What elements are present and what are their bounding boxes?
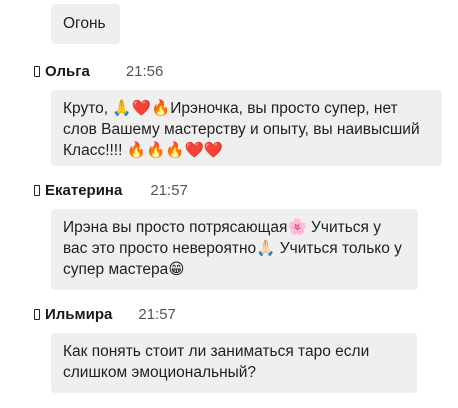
chat-thread: Огонь Ольга 21:56 Круто, 🙏❤️🔥Ирэночка, в… <box>0 0 458 408</box>
author-name[interactable]: Екатерина <box>45 182 122 199</box>
message-bubble: Огонь <box>51 4 120 44</box>
phone-icon <box>34 184 40 196</box>
message-header: Екатерина 21:57 <box>34 181 188 199</box>
message-bubble: Круто, 🙏❤️🔥Ирэночка, вы просто супер, не… <box>51 90 442 166</box>
message-text: Как понять стоит ли заниматься таро если… <box>63 343 370 381</box>
message-bubble: Как понять стоит ли заниматься таро если… <box>51 333 417 393</box>
message-time: 21:57 <box>150 181 188 199</box>
author-name[interactable]: Ольга <box>45 63 90 80</box>
message-text: Огонь <box>63 15 106 32</box>
message-time: 21:57 <box>138 305 176 323</box>
phone-icon <box>34 308 40 320</box>
message-time: 21:56 <box>125 62 164 80</box>
message-text: Круто, 🙏❤️🔥Ирэночка, вы просто супер, не… <box>63 100 420 159</box>
message-text: Ирэна вы просто потрясающая🌸 Учиться у в… <box>63 219 402 278</box>
message-header: Ольга 21:56 <box>34 62 163 80</box>
author-name[interactable]: Ильмира <box>45 306 112 323</box>
phone-icon <box>34 65 40 77</box>
message-bubble: Ирэна вы просто потрясающая🌸 Учиться у в… <box>51 209 418 290</box>
message-header: Ильмира 21:57 <box>34 305 176 323</box>
